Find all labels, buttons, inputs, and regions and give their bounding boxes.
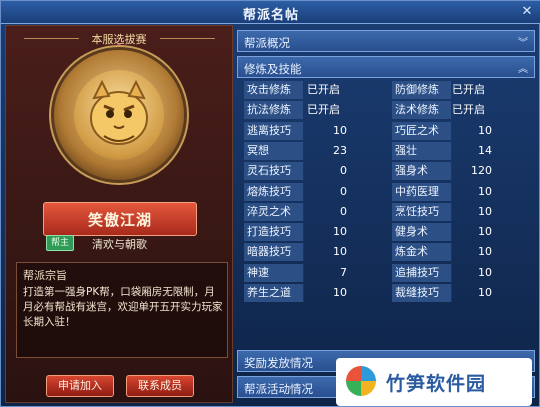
section-skills-label: 修炼及技能 — [244, 62, 302, 76]
skill-label: 裁缝技巧 — [392, 284, 452, 302]
skill-value: 0 — [340, 184, 347, 198]
skill-value: 10 — [333, 245, 347, 259]
skill-value: 10 — [478, 225, 492, 239]
skill-value: 0 — [340, 164, 347, 178]
contact-members-button[interactable]: 联系成员 — [126, 375, 194, 397]
skill-value: 10 — [478, 204, 492, 218]
guild-card-panel: 本服选拔赛 笑傲江湖 帮主 清欢与朝歌 帮派宗旨 打造第一强身PK帮，口袋厢房无… — [5, 25, 233, 403]
watermark-logo-icon — [346, 366, 376, 396]
skill-label: 冥想 — [244, 141, 304, 160]
close-icon[interactable]: ✕ — [519, 4, 535, 20]
section-skills[interactable]: 修炼及技能 ︽ — [237, 56, 535, 78]
skill-label: 烹饪技巧 — [392, 202, 452, 221]
skill-value: 10 — [478, 286, 492, 299]
skill-row: 养生之道 10 裁缝技巧 10 — [239, 284, 535, 302]
skill-label: 淬灵之术 — [244, 202, 304, 221]
skill-label: 健身术 — [392, 223, 452, 242]
skill-value: 10 — [478, 123, 492, 137]
skill-value: 120 — [471, 164, 492, 178]
skill-label: 法术修炼 — [392, 101, 452, 120]
skill-value: 7 — [340, 265, 347, 279]
skill-value: 10 — [478, 265, 492, 279]
watermark-logo: 竹笋软件园 — [336, 358, 532, 406]
skill-label: 强壮 — [392, 141, 452, 160]
section-rewards-label: 奖励发放情况 — [244, 356, 313, 370]
guild-motto-box: 帮派宗旨 打造第一强身PK帮，口袋厢房无限制，月月必有帮战有迷宫，欢迎单开五开实… — [16, 262, 228, 358]
skill-value: 10 — [333, 123, 347, 137]
skill-row: 冥想 23 强壮 14 — [239, 141, 535, 160]
guild-name: 笑傲江湖 — [87, 211, 152, 229]
skill-label: 灵石技巧 — [244, 162, 304, 181]
skill-row: 神速 7 追捕技巧 10 — [239, 263, 535, 282]
motto-title: 帮派宗旨 — [23, 269, 67, 282]
leader-name[interactable]: 清欢与朝歌 — [92, 236, 147, 252]
skill-row: 打造技巧 10 健身术 10 — [239, 223, 535, 242]
skill-row: 攻击修炼 已开启 防御修炼 已开启 — [239, 81, 535, 99]
skill-label: 神速 — [244, 263, 304, 282]
skill-value: 10 — [333, 225, 347, 239]
apply-join-button[interactable]: 申请加入 — [46, 375, 114, 397]
skill-label: 逃离技巧 — [244, 121, 304, 140]
skill-label: 中药医理 — [392, 182, 452, 201]
skill-row: 抗法修炼 已开启 法术修炼 已开启 — [239, 101, 535, 120]
skill-label: 攻击修炼 — [244, 81, 304, 99]
skill-label: 打造技巧 — [244, 223, 304, 242]
skill-value: 14 — [478, 143, 492, 157]
section-overview-label: 帮派概况 — [244, 36, 290, 50]
skill-row: 灵石技巧 0 强身术 120 — [239, 162, 535, 181]
skill-label: 暗器技巧 — [244, 243, 304, 262]
skill-row: 暗器技巧 10 炼金术 10 — [239, 243, 535, 262]
skill-label: 防御修炼 — [392, 81, 452, 99]
skill-row: 淬灵之术 0 烹饪技巧 10 — [239, 202, 535, 221]
skill-row: 熔炼技巧 0 中药医理 10 — [239, 182, 535, 201]
skill-label: 养生之道 — [244, 284, 304, 302]
section-activities-label: 帮派活动情况 — [244, 382, 313, 396]
skill-value: 已开启 — [307, 103, 340, 117]
skill-value: 0 — [340, 204, 347, 218]
title-bar[interactable]: 帮派名帖 ✕ — [1, 1, 540, 24]
skill-label: 强身术 — [392, 162, 452, 181]
skill-label: 抗法修炼 — [244, 101, 304, 120]
skill-label: 巧匠之术 — [392, 121, 452, 140]
motto-text: 打造第一强身PK帮，口袋厢房无限制，月月必有帮战有迷宫，欢迎单开五开实力玩家长期… — [23, 286, 223, 328]
leader-row: 帮主 清欢与朝歌 — [46, 233, 206, 253]
card-header: 本服选拔赛 — [6, 26, 232, 46]
skill-row: 逃离技巧 10 巧匠之术 10 — [239, 121, 535, 140]
skill-value: 已开启 — [307, 83, 340, 96]
skill-value: 10 — [333, 286, 347, 299]
watermark-text: 竹笋软件园 — [386, 373, 487, 395]
skill-value: 23 — [333, 143, 347, 157]
chevron-down-icon: ︾ — [518, 38, 528, 49]
section-overview[interactable]: 帮派概况 ︾ — [237, 30, 535, 52]
skills-grid: 攻击修炼 已开启 防御修炼 已开启 抗法修炼 已开启 法术修炼 已开启 逃离技巧 10 巧匠之术 10… — [239, 81, 535, 333]
leader-badge: 帮主 — [46, 235, 74, 251]
tiger-emblem-icon — [74, 70, 164, 160]
skill-value: 10 — [478, 184, 492, 198]
skill-value: 10 — [478, 245, 492, 259]
chevron-up-icon: ︽ — [518, 64, 528, 75]
guild-emblem — [54, 44, 184, 200]
window-title: 帮派名帖 — [242, 8, 299, 23]
skill-value: 已开启 — [452, 103, 485, 117]
guild-card-window: 帮派名帖 ✕ 本服选拔赛 笑傲江湖 帮主 清欢与朝歌 帮派宗旨 打造第一强身PK… — [0, 0, 540, 407]
skill-label: 追捕技巧 — [392, 263, 452, 282]
skill-label: 熔炼技巧 — [244, 182, 304, 201]
skill-label: 炼金术 — [392, 243, 452, 262]
skill-value: 已开启 — [452, 83, 485, 96]
guild-name-banner: 笑傲江湖 — [43, 202, 197, 236]
